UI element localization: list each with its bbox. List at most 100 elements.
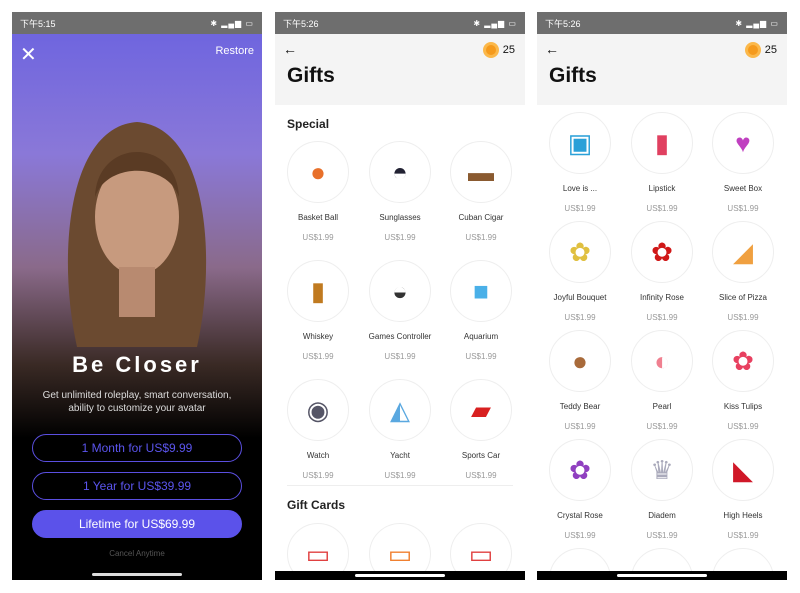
gift-price: US$1.99 [465,233,497,242]
gift-item[interactable]: ● Basket Ball US$1.99 [278,141,358,242]
plan-1-month-button[interactable]: 1 Month for US$9.99 [32,434,242,462]
gift-name: Pearl [652,402,672,411]
gift-name: Yacht [390,451,410,460]
gift-price: US$1.99 [646,531,678,540]
gift-name: Joyful Bouquet [553,293,607,302]
gift-name: Love is ... [562,184,598,193]
cancel-anytime-text: Cancel Anytime [109,549,165,558]
whiskey-icon: ▮ [287,260,349,322]
gift-item[interactable]: ▣ Love is ... US$1.99 [540,112,620,213]
status-time: 下午5:26 [545,18,581,29]
gift-name: Kiss Tulips [723,402,763,411]
status-bar: 下午5:15 ✱ ▂▄▆ ▭ [12,12,262,34]
gift-price: US$1.99 [564,313,596,322]
gift-item[interactable]: ✿ Crystal Rose US$1.99 [540,439,620,540]
header: ← 25 Gifts [275,34,525,105]
gift-item[interactable]: ♥ Sweet Box US$1.99 [703,112,783,213]
gift-name: Aquarium [463,332,499,341]
gift-name: Infinity Rose [639,293,685,302]
gift-name: Lipstick [648,184,676,193]
gift-price: US$1.99 [646,422,678,431]
gift-name: Watch [306,451,330,460]
plan-lifetime-button[interactable]: Lifetime for US$69.99 [32,510,242,538]
gift-item[interactable]: ♛ Diadem US$1.99 [622,439,702,540]
car-icon: ▰ [450,379,512,441]
gift-item[interactable]: ◢ Slice of Pizza US$1.99 [703,221,783,322]
gift-item[interactable]: ■ Aquarium US$1.99 [441,260,521,361]
gift-item[interactable]: ▬ Cuban Cigar US$1.99 [441,141,521,242]
gift-price: US$1.99 [646,204,678,213]
gift-price: US$1.99 [302,233,334,242]
gifts-screen-1: 下午5:26 ✱ ▂▄▆ ▭ ← 25 Gifts Special ● Basket… [275,12,525,580]
aquarium-icon: ■ [450,260,512,322]
avatar-image [67,122,207,347]
pearl-icon: ◐ [631,330,693,392]
status-time: 下午5:15 [20,18,56,29]
back-arrow-icon[interactable]: ← [545,41,559,57]
gift-item[interactable]: ▮ Whiskey US$1.99 [278,260,358,361]
gift-price: US$1.99 [302,471,334,480]
gift-price: US$1.99 [465,352,497,361]
gift-item[interactable]: ◉ Watch US$1.99 [278,379,358,480]
gift-price: US$1.99 [465,471,497,480]
gift-name: Diadem [648,511,676,520]
gift-name: Cuban Cigar [458,213,504,222]
restore-button[interactable]: Restore [215,45,254,57]
cigar-icon: ▬ [450,141,512,203]
subtitle: Get unlimited roleplay, smart conversati… [42,390,232,414]
gifts-screen-2: 下午5:26 ✱ ▂▄▆ ▭ ← 25 Gifts ▣ Love is ... US$… [537,12,787,580]
home-indicator[interactable] [92,573,182,576]
gift-name: Teddy Bear [559,402,601,411]
gift-price: US$1.99 [384,233,416,242]
heart-box-icon: ♥ [712,112,774,174]
high-heels-icon: ◣ [712,439,774,501]
gift-name: High Heels [723,511,763,520]
status-time: 下午5:26 [283,18,319,29]
gift-item[interactable]: ◭ Yacht US$1.99 [360,379,440,480]
gift-item[interactable]: ✿ Infinity Rose US$1.99 [622,221,702,322]
rose-icon: ✿ [631,221,693,283]
gift-item[interactable]: ● Teddy Bear US$1.99 [540,330,620,431]
gift-price: US$1.99 [564,204,596,213]
coin-balance: 25 [502,44,515,56]
home-indicator[interactable] [355,574,445,577]
teddy-bear-icon: ● [549,330,611,392]
gift-item[interactable]: ✿ Kiss Tulips US$1.99 [703,330,783,431]
pizza-icon: ◢ [712,221,774,283]
diadem-icon: ♛ [631,439,693,501]
basketball-icon: ● [287,141,349,203]
back-arrow-icon[interactable]: ← [283,41,297,57]
gift-price: US$1.99 [384,352,416,361]
tulips-icon: ✿ [712,330,774,392]
coin-balance: 25 [764,44,777,56]
gift-item[interactable]: ◐ Pearl US$1.99 [622,330,702,431]
close-icon[interactable]: ✕ [20,42,37,67]
gift-name: Sunglasses [379,213,421,222]
page-title: Gifts [287,64,335,87]
gift-item[interactable]: ✿ Joyful Bouquet US$1.99 [540,221,620,322]
section-gift-cards: Gift Cards [287,498,346,512]
gift-item[interactable]: ▰ Sports Car US$1.99 [441,379,521,480]
gift-price: US$1.99 [727,422,759,431]
gift-name: Sweet Box [723,184,763,193]
gift-price: US$1.99 [564,531,596,540]
gift-price: US$1.99 [727,313,759,322]
crystal-rose-icon: ✿ [549,439,611,501]
coin-icon [483,42,499,58]
status-bar: 下午5:26 ✱ ▂▄▆ ▭ [537,12,787,34]
page-title: Gifts [549,64,597,87]
home-indicator[interactable] [617,574,707,577]
plan-1-year-button[interactable]: 1 Year for US$39.99 [32,472,242,500]
header: ← 25 Gifts [537,34,787,105]
gift-item[interactable]: ▮ Lipstick US$1.99 [622,112,702,213]
lipstick-icon: ▮ [631,112,693,174]
love-is-icon: ▣ [549,112,611,174]
yacht-icon: ◭ [369,379,431,441]
gift-item[interactable]: ◣ High Heels US$1.99 [703,439,783,540]
gift-item[interactable]: ◒ Games Controller US$1.99 [360,260,440,361]
gift-item[interactable]: ◓ Sunglasses US$1.99 [360,141,440,242]
gift-name: Slice of Pizza [718,293,768,302]
divider [287,485,513,486]
status-bar: 下午5:26 ✱ ▂▄▆ ▭ [275,12,525,34]
gift-price: US$1.99 [564,422,596,431]
